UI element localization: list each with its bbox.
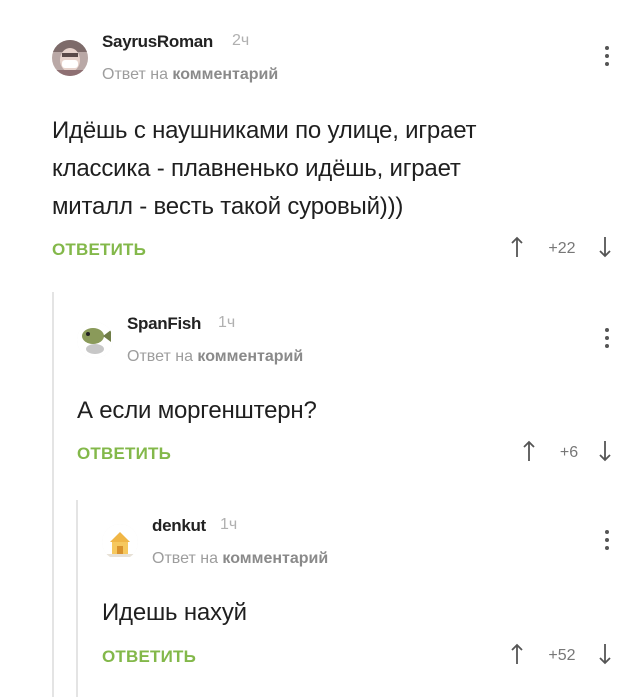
reply-button[interactable]: ОТВЕТИТЬ	[102, 647, 196, 667]
avatar[interactable]	[77, 322, 113, 358]
comment-menu-icon[interactable]	[602, 530, 612, 554]
comment-menu-icon[interactable]	[602, 46, 612, 70]
comment-text-line: классика - плавненько идёшь, играет	[52, 155, 461, 182]
avatar[interactable]	[102, 524, 138, 560]
reply-button[interactable]: ОТВЕТИТЬ	[52, 240, 146, 260]
reply-target-link[interactable]: комментарий	[197, 348, 303, 365]
comment-text-line: Идёшь с наушниками по улице, играет	[52, 117, 477, 144]
reply-prefix: Ответ на	[152, 550, 218, 567]
thread-line	[76, 500, 78, 697]
yellow-house-avatar-icon	[102, 524, 138, 560]
upvote-arrow-icon[interactable]	[510, 236, 524, 258]
person-with-mask-avatar-icon	[52, 40, 88, 76]
author-name[interactable]: denkut	[152, 516, 206, 536]
vote-score: +6	[559, 444, 579, 461]
comment-text: Идёшь с наушниками по улице, играет клас…	[52, 112, 477, 226]
reply-to-note: Ответ на комментарий	[102, 66, 278, 84]
comment-text-line: А если моргенштерн?	[77, 397, 317, 424]
author-name[interactable]: SpanFish	[127, 314, 201, 334]
comment-menu-icon[interactable]	[602, 328, 612, 352]
vote-score: +22	[548, 240, 576, 257]
reply-button[interactable]: ОТВЕТИТЬ	[77, 444, 171, 464]
reply-target-link[interactable]: комментарий	[172, 66, 278, 83]
downvote-arrow-icon[interactable]	[598, 440, 612, 462]
comment-text-line: Идешь нахуй	[102, 599, 247, 626]
comment-text: Идешь нахуй	[102, 594, 247, 632]
avatar[interactable]	[52, 40, 88, 76]
reply-to-note: Ответ на комментарий	[152, 550, 328, 568]
cartoon-fish-avatar-icon	[77, 322, 113, 358]
upvote-arrow-icon[interactable]	[510, 643, 524, 665]
reply-prefix: Ответ на	[102, 66, 168, 83]
downvote-arrow-icon[interactable]	[598, 643, 612, 665]
downvote-arrow-icon[interactable]	[598, 236, 612, 258]
author-name[interactable]: SayrusRoman	[102, 32, 213, 52]
comment-text-line: миталл - весть такой суровый)))	[52, 193, 404, 220]
vote-score: +52	[548, 647, 576, 664]
reply-to-note: Ответ на комментарий	[127, 348, 303, 366]
reply-target-link[interactable]: комментарий	[222, 550, 328, 567]
reply-prefix: Ответ на	[127, 348, 193, 365]
comment-time: 2ч	[232, 32, 250, 49]
comment-time: 1ч	[218, 314, 236, 331]
comment-text: А если моргенштерн?	[77, 392, 317, 430]
upvote-arrow-icon[interactable]	[522, 440, 536, 462]
thread-line	[52, 292, 54, 697]
comment-time: 1ч	[220, 516, 238, 533]
